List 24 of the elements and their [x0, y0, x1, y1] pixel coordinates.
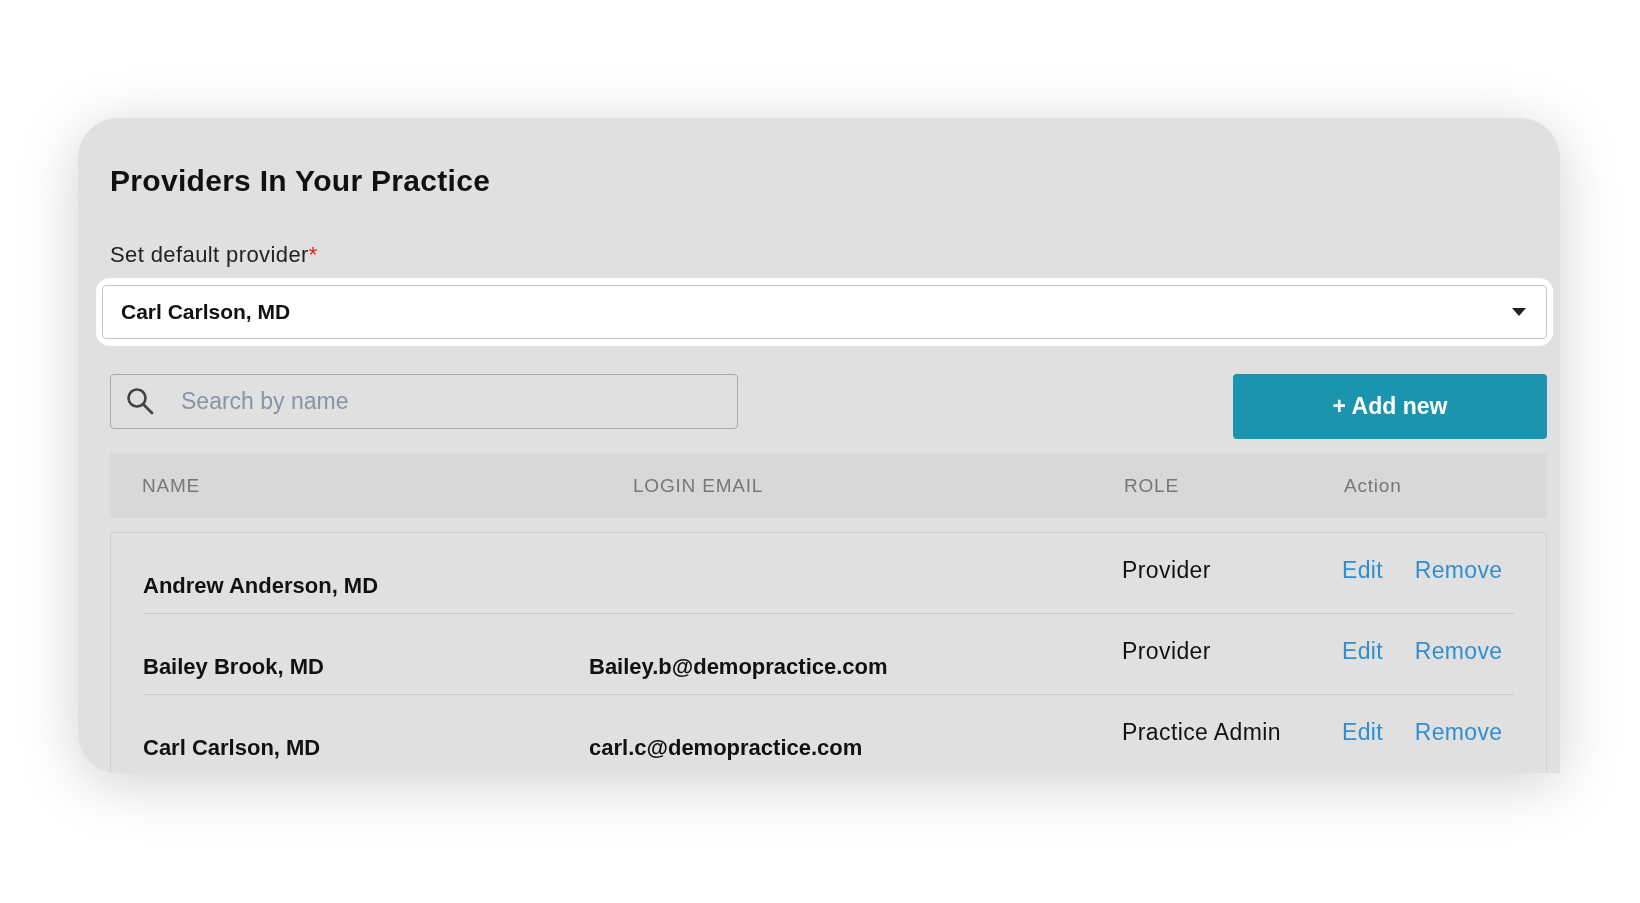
- column-header: LOGIN EMAIL: [633, 474, 765, 497]
- search-field[interactable]: Search by name: [110, 374, 738, 429]
- edit-link[interactable]: Edit: [1342, 557, 1383, 584]
- role-cell-text: Provider: [1122, 637, 1212, 665]
- provider-dropdown[interactable]: Carl Carlson, MD: [102, 285, 1547, 339]
- caret-icon: [1512, 308, 1526, 316]
- edit-link[interactable]: Edit: [1342, 719, 1383, 746]
- remove-link[interactable]: Remove: [1414, 719, 1503, 746]
- name-cell-text: Carl Carlson, MD: [143, 735, 322, 762]
- name-cell-text: Bailey Brook, MD: [143, 654, 325, 681]
- add-new-button[interactable]: + Add new: [1233, 374, 1547, 439]
- column-header: Action: [1344, 474, 1403, 497]
- name-cell-text: Andrew Anderson, MD: [143, 573, 380, 600]
- role-cell-text: Practice Admin: [1122, 718, 1282, 746]
- field-label: Set default provider*: [110, 242, 319, 268]
- remove-link[interactable]: Remove: [1414, 638, 1503, 665]
- edit-link[interactable]: Edit: [1342, 638, 1383, 665]
- email-cell-text: carl.c@demopractice.com: [589, 735, 864, 762]
- remove-link[interactable]: Remove: [1414, 557, 1503, 584]
- column-header: ROLE: [1124, 474, 1180, 497]
- role-cell-text: Provider: [1122, 556, 1212, 584]
- column-header: NAME: [142, 474, 202, 497]
- page-title: Providers In Your Practice: [110, 164, 492, 198]
- email-cell-text: Bailey.b@demopractice.com: [589, 654, 889, 681]
